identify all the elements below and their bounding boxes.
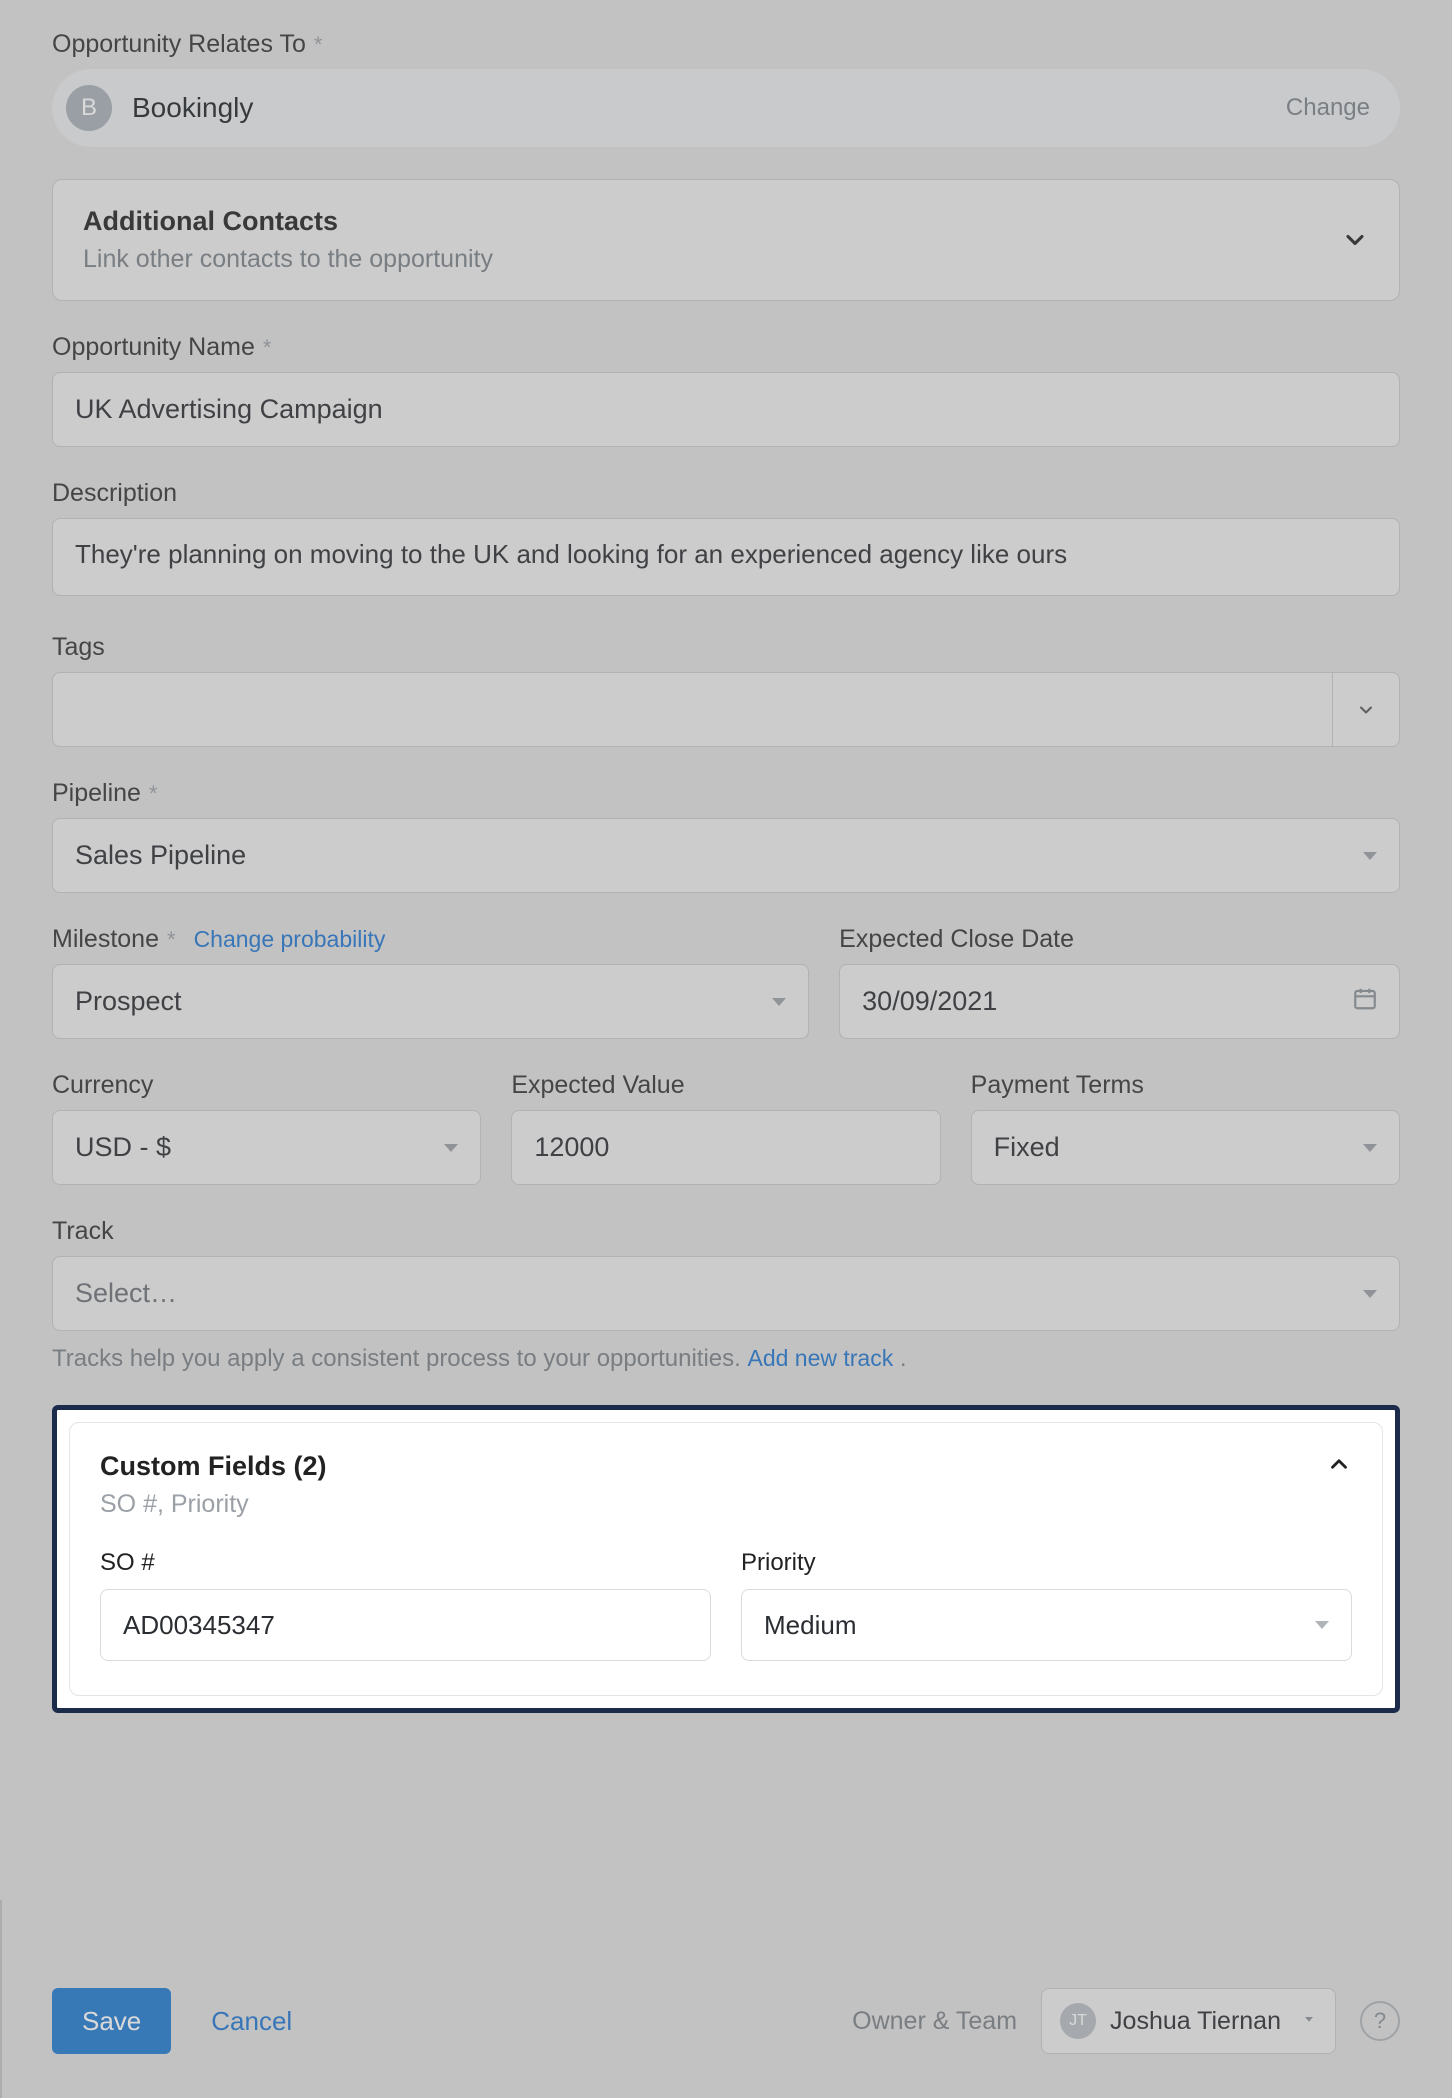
priority-value: Medium xyxy=(764,1610,856,1641)
expected-value-input[interactable] xyxy=(511,1110,940,1185)
currency-value: USD - $ xyxy=(75,1132,171,1163)
relates-to-pill: B Bookingly Change xyxy=(52,69,1400,147)
opportunity-name-label-text: Opportunity Name xyxy=(52,333,255,362)
change-probability-link[interactable]: Change probability xyxy=(194,926,386,953)
required-asterisk: * xyxy=(314,32,323,58)
caret-down-icon xyxy=(444,1144,458,1152)
owner-team-label: Owner & Team xyxy=(852,2007,1017,2036)
caret-down-icon xyxy=(772,998,786,1006)
payment-terms-value: Fixed xyxy=(994,1132,1060,1163)
calendar-icon[interactable] xyxy=(1352,985,1378,1018)
required-asterisk: * xyxy=(149,781,158,807)
so-number-label: SO # xyxy=(100,1549,711,1577)
expected-value-label-text: Expected Value xyxy=(511,1071,684,1100)
priority-label: Priority xyxy=(741,1549,1352,1577)
entity-name: Bookingly xyxy=(132,92,253,124)
expected-close-date-input[interactable] xyxy=(839,964,1400,1039)
milestone-value: Prospect xyxy=(75,986,182,1017)
priority-select[interactable]: Medium xyxy=(741,1589,1352,1661)
caret-down-icon xyxy=(1363,1144,1377,1152)
track-help-text: Tracks help you apply a consistent proce… xyxy=(52,1345,1400,1373)
description-label-text: Description xyxy=(52,479,177,508)
owner-name: Joshua Tiernan xyxy=(1110,2007,1281,2036)
opportunity-name-input[interactable] xyxy=(52,372,1400,447)
cancel-button[interactable]: Cancel xyxy=(211,2006,292,2037)
track-label-text: Track xyxy=(52,1217,114,1246)
pipeline-label-text: Pipeline xyxy=(52,779,141,808)
payment-terms-select[interactable]: Fixed xyxy=(971,1110,1400,1185)
description-label: Description xyxy=(52,479,1400,508)
milestone-label-text: Milestone xyxy=(52,925,159,954)
additional-contacts-card[interactable]: Additional Contacts Link other contacts … xyxy=(52,179,1400,301)
required-asterisk: * xyxy=(263,335,272,361)
track-placeholder: Select… xyxy=(75,1278,177,1309)
owner-avatar: JT xyxy=(1060,2003,1096,2039)
chevron-down-icon xyxy=(1356,700,1376,720)
entity-avatar: B xyxy=(66,85,112,131)
pipeline-value: Sales Pipeline xyxy=(75,840,246,871)
payment-terms-label: Payment Terms xyxy=(971,1071,1400,1100)
pipeline-select[interactable]: Sales Pipeline xyxy=(52,818,1400,893)
currency-select[interactable]: USD - $ xyxy=(52,1110,481,1185)
required-asterisk: * xyxy=(167,927,176,953)
change-link[interactable]: Change xyxy=(1286,94,1370,122)
description-textarea[interactable]: They're planning on moving to the UK and… xyxy=(52,518,1400,596)
help-icon[interactable]: ? xyxy=(1360,2001,1400,2041)
caret-down-icon xyxy=(1315,1621,1329,1629)
additional-contacts-title: Additional Contacts xyxy=(83,206,493,237)
custom-fields-card: Custom Fields (2) SO #, Priority SO # Pr… xyxy=(69,1422,1383,1696)
tags-label-text: Tags xyxy=(52,633,105,662)
tags-dropdown-button[interactable] xyxy=(1332,672,1400,747)
chevron-down-icon xyxy=(1341,226,1369,254)
custom-fields-highlight: Custom Fields (2) SO #, Priority SO # Pr… xyxy=(52,1405,1400,1713)
save-button[interactable]: Save xyxy=(52,1988,171,2054)
track-help-period: . xyxy=(893,1345,906,1372)
relates-to-label-text: Opportunity Relates To xyxy=(52,30,306,59)
caret-down-icon xyxy=(1301,2011,1317,2032)
opportunity-name-label: Opportunity Name * xyxy=(52,333,1400,362)
tags-label: Tags xyxy=(52,633,1400,662)
track-select[interactable]: Select… xyxy=(52,1256,1400,1331)
custom-fields-subtitle: SO #, Priority xyxy=(100,1490,327,1519)
chevron-up-icon[interactable] xyxy=(1326,1451,1352,1477)
payment-terms-label-text: Payment Terms xyxy=(971,1071,1144,1100)
owner-team-select[interactable]: JT Joshua Tiernan xyxy=(1041,1988,1336,2054)
custom-fields-title: Custom Fields (2) xyxy=(100,1451,327,1482)
tags-input[interactable] xyxy=(52,672,1332,747)
pipeline-label: Pipeline * xyxy=(52,779,1400,808)
add-new-track-link[interactable]: Add new track xyxy=(747,1345,893,1371)
currency-label: Currency xyxy=(52,1071,481,1100)
caret-down-icon xyxy=(1363,1290,1377,1298)
currency-label-text: Currency xyxy=(52,1071,153,1100)
expected-close-date-label: Expected Close Date xyxy=(839,925,1400,954)
additional-contacts-subtitle: Link other contacts to the opportunity xyxy=(83,245,493,274)
milestone-select[interactable]: Prospect xyxy=(52,964,809,1039)
relates-to-label: Opportunity Relates To * xyxy=(52,30,1400,59)
expected-value-label: Expected Value xyxy=(511,1071,940,1100)
caret-down-icon xyxy=(1363,852,1377,860)
track-label: Track xyxy=(52,1217,1400,1246)
milestone-label: Milestone * Change probability xyxy=(52,925,809,954)
track-help-text-body: Tracks help you apply a consistent proce… xyxy=(52,1345,747,1372)
so-number-input[interactable] xyxy=(100,1589,711,1661)
expected-close-date-label-text: Expected Close Date xyxy=(839,925,1074,954)
